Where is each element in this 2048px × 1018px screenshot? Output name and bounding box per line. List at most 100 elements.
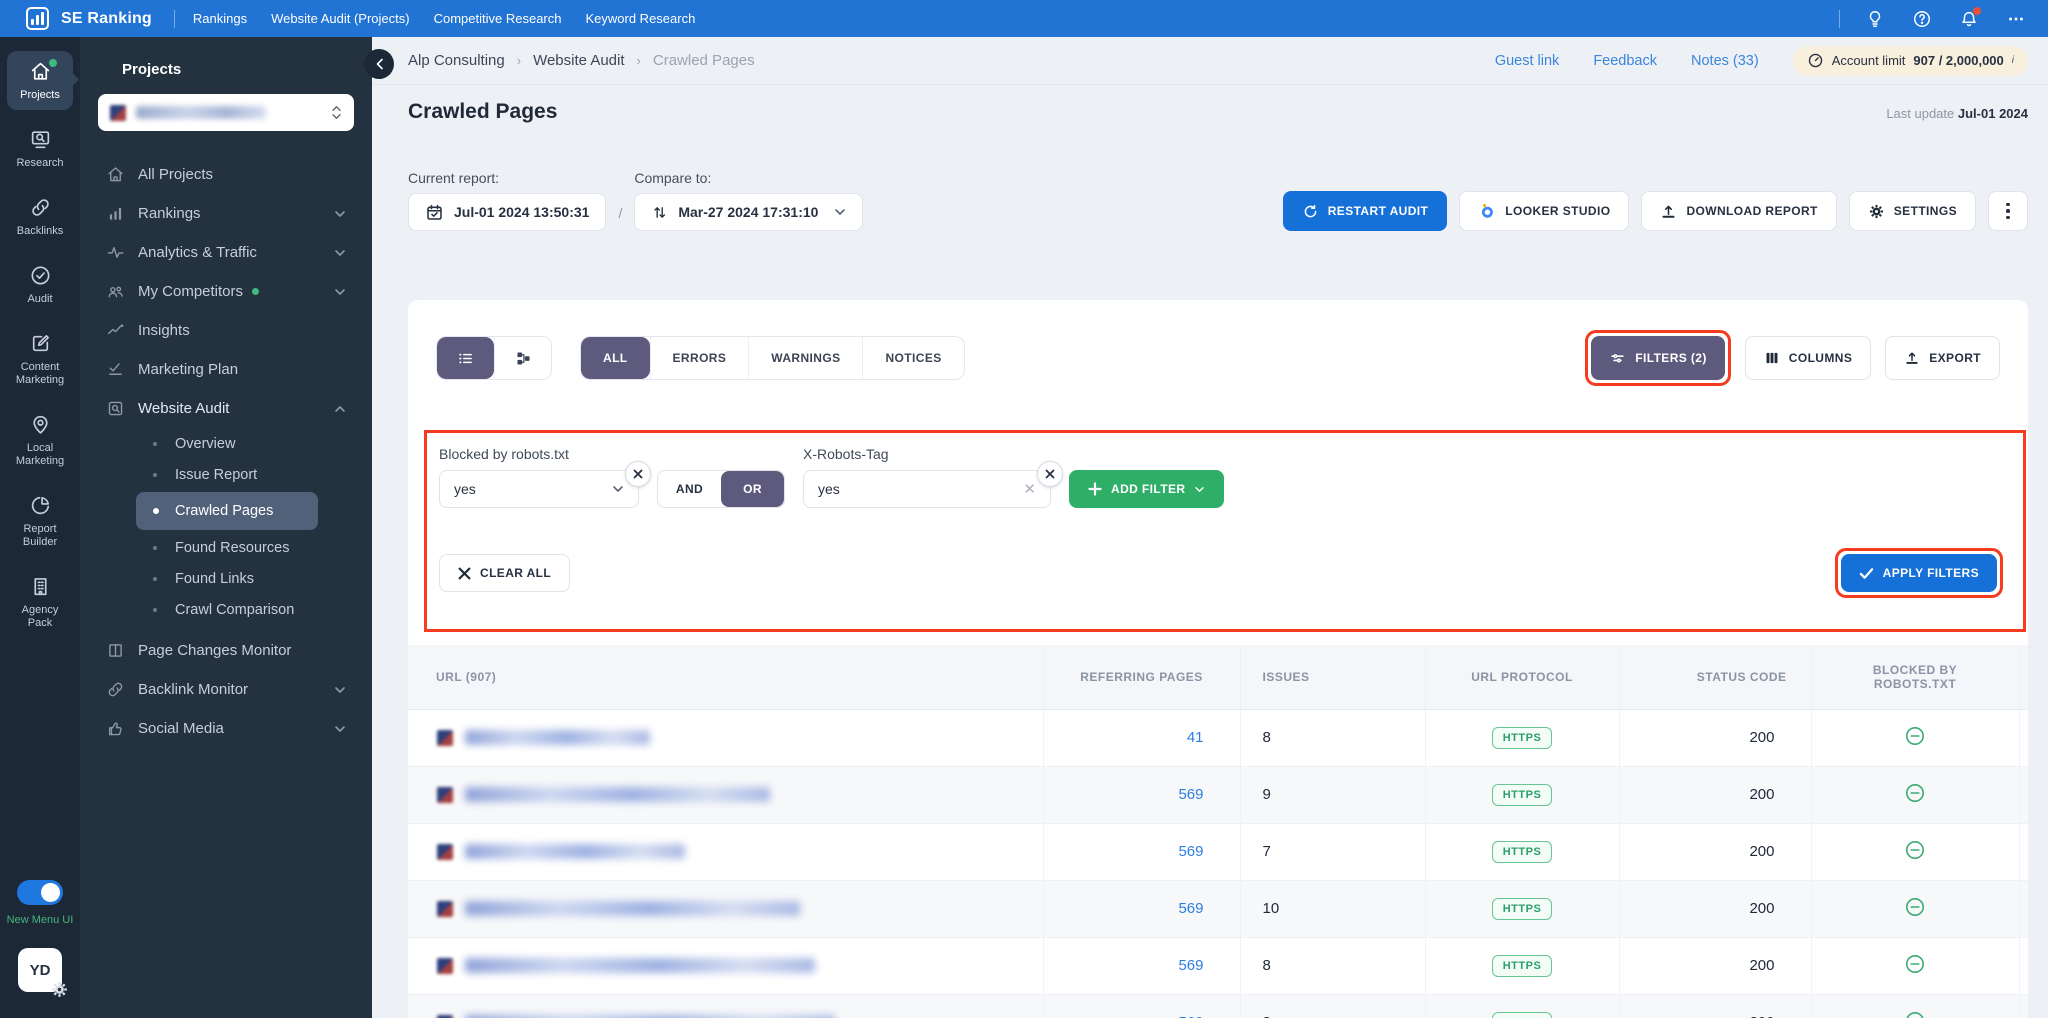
- sidebar-item-rankings[interactable]: Rankings: [80, 194, 372, 233]
- col-url-protocol[interactable]: URL PROTOCOL: [1424, 645, 1619, 710]
- se-ranking-logo-icon[interactable]: [26, 7, 49, 30]
- restart-audit-button[interactable]: RESTART AUDIT: [1282, 191, 1448, 231]
- account-limit-value: 907 / 2,000,000: [1913, 53, 2004, 68]
- nav-website-audit[interactable]: Website Audit (Projects): [271, 11, 409, 26]
- avatar[interactable]: YD: [17, 948, 67, 997]
- tab-notices[interactable]: NOTICES: [862, 337, 963, 379]
- looker-studio-button[interactable]: LOOKER STUDIO: [1459, 191, 1630, 231]
- more-icon[interactable]: [2006, 9, 2026, 29]
- tab-errors[interactable]: ERRORS: [649, 337, 749, 379]
- bell-icon[interactable]: [1959, 6, 1981, 29]
- topbar: SE Ranking Rankings Website Audit (Proje…: [0, 0, 2048, 37]
- topbar-divider-right: [1839, 9, 1840, 28]
- sidebar-item-overview[interactable]: Overview: [136, 428, 318, 459]
- project-selector[interactable]: [98, 94, 354, 131]
- tree-view-button[interactable]: [494, 337, 551, 379]
- add-filter-button[interactable]: ADD FILTER: [1069, 470, 1225, 508]
- guest-link[interactable]: Guest link: [1495, 53, 1559, 69]
- breadcrumb-section[interactable]: Website Audit: [533, 52, 624, 69]
- and-option[interactable]: AND: [658, 471, 721, 507]
- clear-input-icon[interactable]: ✕: [1023, 480, 1036, 498]
- tab-warnings[interactable]: WARNINGS: [748, 337, 862, 379]
- table-header-row: URL (907) REFERRING PAGES ISSUES URL PRO…: [408, 645, 2028, 710]
- sidebar-item-marketing-plan[interactable]: Marketing Plan: [80, 350, 372, 389]
- tab-all[interactable]: ALL: [581, 337, 650, 379]
- table-toolbar: ALL ERRORS WARNINGS NOTICES FILTERS (2): [408, 330, 2028, 386]
- collapse-sidebar-button[interactable]: [364, 49, 394, 79]
- referring-pages-link[interactable]: 569: [1178, 843, 1203, 860]
- current-report-picker[interactable]: Jul-01 2024 13:50:31: [408, 193, 607, 231]
- rail-item-projects[interactable]: Projects: [7, 51, 73, 110]
- sidebar-item-crawl-comparison[interactable]: Crawl Comparison: [136, 594, 318, 625]
- col-url[interactable]: URL (907): [408, 645, 1043, 710]
- remove-filter1-button[interactable]: [625, 461, 651, 487]
- help-icon[interactable]: [1912, 9, 1932, 29]
- upload-icon: [1662, 205, 1675, 218]
- nav-keyword-research[interactable]: Keyword Research: [585, 11, 695, 26]
- book-pages-icon: [109, 644, 122, 657]
- sidebar-item-backlink-monitor[interactable]: Backlink Monitor: [80, 670, 372, 709]
- notes-link[interactable]: Notes (33): [1691, 53, 1759, 69]
- sidebar-item-page-changes-monitor[interactable]: Page Changes Monitor: [80, 631, 372, 670]
- col-status-code[interactable]: STATUS CODE: [1618, 645, 1811, 710]
- clear-all-button[interactable]: CLEAR ALL: [439, 554, 571, 592]
- trend-icon: [107, 324, 124, 335]
- sidebar-item-website-audit[interactable]: Website Audit: [80, 389, 372, 428]
- columns-button[interactable]: COLUMNS: [1744, 336, 1872, 380]
- referring-pages-link[interactable]: 569: [1178, 786, 1203, 803]
- info-mark[interactable]: i: [2012, 55, 2014, 66]
- sidebar-item-insights[interactable]: Insights: [80, 311, 372, 350]
- sidebar-item-crawled-pages[interactable]: Crawled Pages: [136, 492, 318, 530]
- feedback-link[interactable]: Feedback: [1593, 53, 1657, 69]
- rail-item-agency-pack[interactable]: Agency Pack: [7, 566, 73, 638]
- gear-icon[interactable]: [50, 980, 69, 999]
- download-report-button[interactable]: DOWNLOAD REPORT: [1641, 191, 1837, 231]
- sidebar-item-found-links[interactable]: Found Links: [136, 563, 318, 594]
- compare-report-picker[interactable]: Mar-27 2024 17:31:10: [634, 193, 864, 231]
- breadcrumb: Alp Consulting › Website Audit › Crawled…: [408, 52, 755, 69]
- col-referring-pages[interactable]: REFERRING PAGES: [1042, 645, 1240, 710]
- col-issues[interactable]: ISSUES: [1239, 645, 1425, 710]
- nav-competitive-research[interactable]: Competitive Research: [434, 11, 562, 26]
- projects-status-dot: [49, 59, 57, 67]
- table-row: 569 9 HTTPS 200: [408, 765, 2028, 823]
- bulb-icon[interactable]: [1865, 9, 1885, 29]
- apply-filters-button[interactable]: APPLY FILTERS: [1840, 554, 1997, 592]
- sidebar-item-analytics-traffic[interactable]: Analytics & Traffic: [80, 233, 372, 272]
- sidebar-item-social-media[interactable]: Social Media: [80, 709, 372, 748]
- blocked-by-robots-select[interactable]: yes: [439, 470, 639, 508]
- rail-item-research[interactable]: Research: [7, 119, 73, 178]
- referring-pages-link[interactable]: 569: [1178, 900, 1203, 917]
- rail-item-content-marketing[interactable]: Content Marketing: [7, 323, 73, 395]
- gear-icon: [1869, 204, 1883, 218]
- referring-pages-link[interactable]: 41: [1187, 729, 1204, 746]
- new-menu-toggle[interactable]: [16, 880, 63, 905]
- filter-panel: Blocked by robots.txt yes AND OR X-Robot…: [424, 430, 2026, 632]
- sidebar-item-my-competitors[interactable]: My Competitors: [80, 272, 372, 311]
- rail-item-backlinks[interactable]: Backlinks: [7, 187, 73, 246]
- breadcrumb-project[interactable]: Alp Consulting: [408, 52, 505, 69]
- select-updown-icon: [331, 105, 342, 120]
- referring-pages-link[interactable]: 569: [1178, 1014, 1203, 1018]
- upload-icon: [1906, 352, 1918, 364]
- rail-item-local-marketing[interactable]: Local Marketing: [7, 404, 73, 476]
- x-robots-tag-input[interactable]: yes ✕: [803, 470, 1051, 508]
- sidebar-item-found-resources[interactable]: Found Resources: [136, 532, 318, 563]
- chain-link-icon: [108, 682, 123, 697]
- brand-name[interactable]: SE Ranking: [61, 10, 152, 28]
- nav-rankings[interactable]: Rankings: [193, 11, 247, 26]
- account-limit-pill: Account limit 907 / 2,000,000 i: [1792, 45, 2028, 76]
- rail-item-audit[interactable]: Audit: [7, 255, 73, 314]
- rail-item-report-builder[interactable]: Report Builder: [7, 485, 73, 557]
- filters-button[interactable]: FILTERS (2): [1591, 336, 1725, 380]
- sidebar-item-issue-report[interactable]: Issue Report: [136, 459, 318, 490]
- settings-button[interactable]: SETTINGS: [1848, 191, 1976, 231]
- col-blocked-by-robots[interactable]: BLOCKED BY ROBOTS.TXT: [1810, 645, 2019, 710]
- export-button[interactable]: EXPORT: [1885, 336, 2000, 380]
- remove-filter2-button[interactable]: [1037, 461, 1063, 487]
- or-option[interactable]: OR: [721, 471, 784, 507]
- more-actions-button[interactable]: [1988, 191, 2028, 231]
- sidebar-item-all-projects[interactable]: All Projects: [80, 155, 372, 194]
- referring-pages-link[interactable]: 569: [1178, 957, 1203, 974]
- list-view-button[interactable]: [437, 337, 494, 379]
